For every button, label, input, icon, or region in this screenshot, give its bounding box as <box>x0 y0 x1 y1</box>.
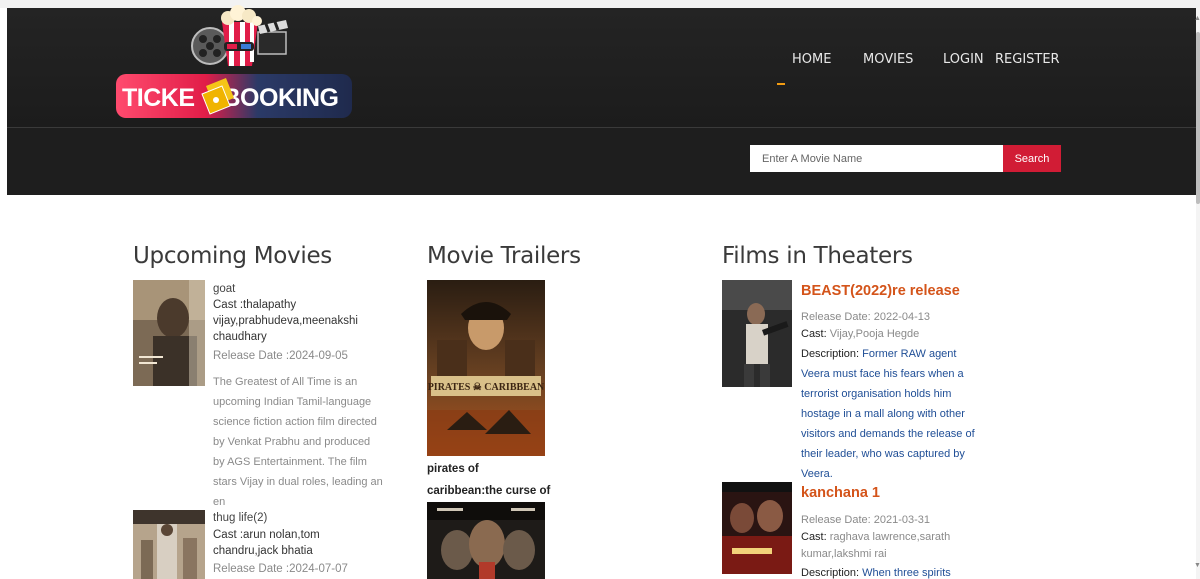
scrollbar-thumb[interactable] <box>1196 32 1200 204</box>
film-description: Description: Former RAW agent Veera must… <box>801 344 976 484</box>
trailer-poster-2[interactable] <box>427 502 545 579</box>
film-title[interactable]: BEAST(2022)re release <box>801 283 960 299</box>
site-logo[interactable]: TICKE BOOKING <box>112 2 362 122</box>
pirates-poster-title: PIRATES ☠ CARIBBEAN <box>428 382 545 393</box>
beast-poster[interactable] <box>722 280 792 387</box>
film-description-text: When three spirits <box>862 567 951 579</box>
upcoming-movie-description: The Greatest of All Time is an upcoming … <box>213 376 383 508</box>
pirates-trailer-poster[interactable]: PIRATES ☠ CARIBBEAN <box>427 280 545 456</box>
film-cast: Cast: raghava lawrence,sarath kumar,laks… <box>801 529 976 563</box>
kanchana-poster[interactable] <box>722 482 792 574</box>
nav-active-indicator <box>777 83 785 85</box>
film-description-text: Former RAW agent Veera must face his fea… <box>801 348 975 480</box>
film-cast: Cast: Vijay,Pooja Hegde <box>801 326 976 343</box>
films-in-theaters-heading: Films in Theaters <box>722 243 913 269</box>
scroll-down-arrow-icon[interactable]: ▼ <box>1194 562 1200 569</box>
upcoming-movie-release: Release Date :2024-09-05 <box>213 350 348 362</box>
nav-home[interactable]: HOME <box>792 52 831 72</box>
thug-life-poster[interactable] <box>133 510 205 579</box>
search-button[interactable]: Search <box>1003 145 1061 172</box>
upcoming-movie-cast: Cast :arun nolan,tom chandru,jack bhatia <box>213 529 320 557</box>
logo-film-popcorn-icon <box>191 5 288 66</box>
movie-search-input[interactable] <box>750 145 1003 172</box>
nav-register[interactable]: REGISTER <box>995 52 1060 72</box>
nav-movies[interactable]: MOVIES <box>863 52 913 72</box>
film-release: Release Date: 2021-03-31 <box>801 514 931 526</box>
film-description-label: Description: <box>801 348 860 360</box>
film-description-label: Description: <box>801 567 860 579</box>
film-cast-value: Vijay,Pooja Hegde <box>829 328 920 340</box>
upcoming-movie-release: Release Date :2024-07-07 <box>213 563 348 575</box>
upcoming-movies-heading: Upcoming Movies <box>133 243 332 269</box>
film-cast-label: Cast: <box>801 328 827 340</box>
upcoming-movie-name[interactable]: goat <box>213 281 383 297</box>
film-title[interactable]: kanchana 1 <box>801 485 880 501</box>
film-description: Description: When three spirits <box>801 563 976 579</box>
goat-poster[interactable] <box>133 280 205 386</box>
upcoming-movie-cast: Cast :thalapathy vijay,prabhudeva,meenak… <box>213 299 358 343</box>
movie-trailers-heading: Movie Trailers <box>427 243 581 269</box>
nav-login[interactable]: LOGIN <box>943 52 984 72</box>
upcoming-movie-name[interactable]: thug life(2) <box>213 510 383 526</box>
scroll-up-arrow-icon[interactable]: ▲ <box>1194 15 1200 22</box>
film-cast-label: Cast: <box>801 531 827 543</box>
film-release: Release Date: 2022-04-13 <box>801 311 931 323</box>
ticket-icon <box>201 78 234 115</box>
